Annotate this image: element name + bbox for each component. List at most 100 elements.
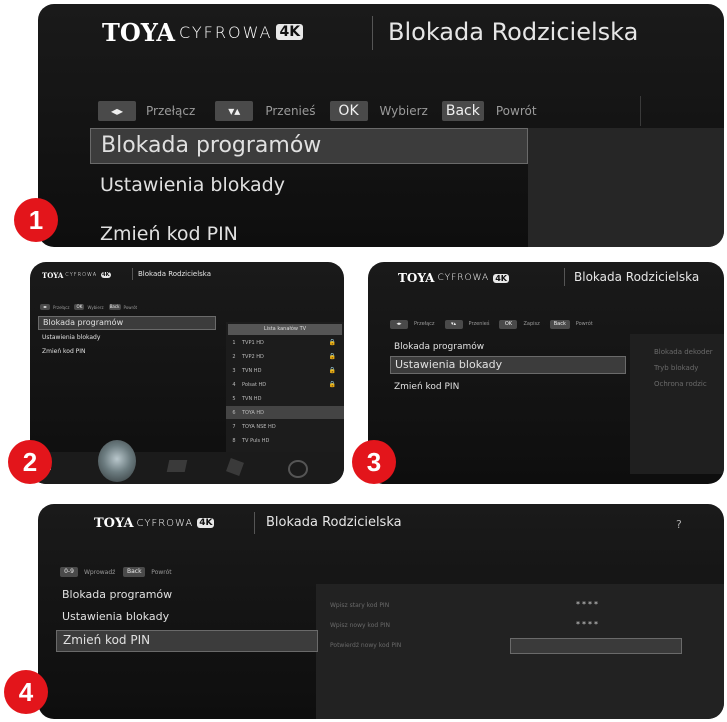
switch-hint: Przełącz <box>414 321 435 327</box>
screen-panel-2: TOYA CYFROWA 4K Blokada Rodzicielska ◂▸ … <box>30 262 344 484</box>
old-pin-value[interactable]: **** <box>576 600 600 609</box>
help-icon[interactable]: ? <box>676 518 682 531</box>
move-key-icon: ▾▴ <box>215 101 254 121</box>
menu-item-lock-settings[interactable]: Ustawienia blokady <box>90 174 295 196</box>
key-hints-bar: ◂▸ Przełącz ▾▴ Przenieś OK Zapisz Back P… <box>390 319 593 329</box>
title-divider <box>372 16 373 50</box>
page-title: Blokada Rodzicielska <box>574 270 700 284</box>
menu-item-lock-settings[interactable]: Ustawienia blokady <box>390 356 626 374</box>
arrows-key-icon: ◂▸ <box>40 304 50 310</box>
bottom-icon-bar <box>30 440 344 484</box>
brand-name: TOYA <box>94 515 134 531</box>
move-hint: Przenieś <box>468 321 490 327</box>
channel-row[interactable]: 5 TVN HD <box>226 392 344 405</box>
channel-row[interactable]: 4 Polsat HD 🔒 <box>226 378 344 391</box>
key-hints-bar: ◂▸ Przełącz ▾▴ Przenieś OK Wybierz Back … <box>98 100 537 122</box>
settings-icon <box>226 458 244 476</box>
menu-item-program-lock[interactable]: Blokada programów <box>90 128 528 164</box>
old-pin-label: Wpisz stary kod PIN <box>330 602 390 609</box>
move-hint: Przenieś <box>265 104 316 118</box>
switch-hint: Przełącz <box>53 304 70 310</box>
menu-item-change-pin[interactable]: Zmień kod PIN <box>38 348 90 355</box>
channel-name: TOYA NSE HD <box>242 423 276 430</box>
channel-row[interactable]: 6 TOYA HD <box>226 406 344 419</box>
toya-logo: TOYA CYFROWA 4K <box>94 514 215 532</box>
screen-panel-1: TOYA CYFROWA 4K Blokada Rodzicielska ◂▸ … <box>38 4 724 247</box>
screen-panel-4: TOYA CYFROWA 4K Blokada Rodzicielska ? 0… <box>38 504 724 719</box>
back-hint: Powrót <box>495 104 537 118</box>
details-pane <box>528 128 724 247</box>
switch-hint: Przełącz <box>146 104 196 118</box>
menu-item-program-lock[interactable]: Blokada programów <box>390 342 488 352</box>
channel-name: TVN HD <box>242 395 262 402</box>
title-divider <box>564 268 565 286</box>
menu-item-program-lock[interactable]: Blokada programów <box>56 588 178 601</box>
channel-row[interactable]: 3 TVN HD 🔒 <box>226 364 344 377</box>
channel-row[interactable]: 1 TVP1 HD 🔒 <box>226 336 344 349</box>
toya-logo: TOYA CYFROWA 4K <box>102 17 304 47</box>
channel-list: 1 TVP1 HD 🔒 2 TVP2 HD 🔒 3 TVN HD 🔒 4 Polsat HD 🔒 5 TV… <box>226 336 344 452</box>
confirm-pin-input[interactable] <box>510 638 682 654</box>
key-hints-bar: ◂▸ Przełącz OK Wybierz Back Powrót <box>40 303 137 311</box>
lock-icon: 🔒 <box>328 353 336 360</box>
channel-row[interactable]: 2 TVP2 HD 🔒 <box>226 350 344 363</box>
ok-key: OK <box>499 319 518 329</box>
brand-sub: CYFROWA <box>178 22 273 42</box>
menu-item-program-lock[interactable]: Blokada programów <box>38 316 216 330</box>
4k-badge: 4K <box>197 518 215 528</box>
menu-item-change-pin[interactable]: Zmień kod PIN <box>90 223 248 245</box>
step-1-badge: 1 <box>14 198 58 242</box>
toya-logo: TOYA CYFROWA 4K <box>42 270 111 280</box>
back-hint: Powrót <box>123 304 138 310</box>
digits-key: 0-9 <box>60 567 78 577</box>
new-pin-value[interactable]: **** <box>576 620 600 629</box>
screen-icon <box>166 460 188 472</box>
key-hints-bar: 0-9 Wprowadź Back Powrót <box>60 566 172 578</box>
channel-name: TOYA HD <box>242 409 265 416</box>
toya-logo: TOYA CYFROWA 4K <box>398 270 509 286</box>
brand-sub: CYFROWA <box>65 272 98 278</box>
back-key: Back <box>441 101 484 121</box>
arrows-key-icon: ◂▸ <box>390 319 408 329</box>
channel-name: TVP2 HD <box>242 353 264 360</box>
remote-figure-icon <box>98 440 136 482</box>
channel-name: TV Puls HD <box>242 437 270 444</box>
back-key: Back <box>123 567 146 577</box>
step-2-badge: 2 <box>8 440 52 484</box>
channel-row[interactable]: 7 TOYA NSE HD <box>226 420 344 433</box>
step-3-badge: 3 <box>352 440 396 484</box>
4k-badge: 4K <box>493 273 509 283</box>
menu-item-lock-settings[interactable]: Ustawienia blokady <box>38 334 104 341</box>
select-hint: Wybierz <box>379 104 428 118</box>
channel-name: TVP1 HD <box>242 339 264 346</box>
4k-badge: 4K <box>276 24 304 40</box>
menu-item-change-pin[interactable]: Zmień kod PIN <box>56 630 318 652</box>
hints-divider <box>640 96 641 126</box>
lock-icon: 🔒 <box>328 381 336 388</box>
title-divider <box>254 512 255 534</box>
brand-sub: CYFROWA <box>136 517 194 529</box>
title-divider <box>132 268 133 280</box>
channel-number: 8 <box>232 437 236 444</box>
screen-panel-3: TOYA CYFROWA 4K Blokada Rodzicielska ◂▸ … <box>368 262 724 484</box>
confirm-pin-label: Potwierdź nowy kod PIN <box>330 642 402 649</box>
menu-item-change-pin[interactable]: Zmień kod PIN <box>390 382 463 392</box>
brand-name: TOYA <box>102 17 175 47</box>
menu-item-lock-settings[interactable]: Ustawienia blokady <box>56 610 175 623</box>
channel-row[interactable]: 8 TV Puls HD <box>226 434 344 447</box>
brand-sub: CYFROWA <box>437 273 490 283</box>
arrows-key-icon: ◂▸ <box>98 101 136 121</box>
option-parental-protection: Ochrona rodzic <box>654 380 707 388</box>
move-key-icon: ▾▴ <box>444 319 463 329</box>
channel-number: 7 <box>232 423 236 430</box>
channel-number: 6 <box>232 409 236 416</box>
lock-icon: 🔒 <box>328 367 336 374</box>
tools-icon <box>288 460 308 478</box>
page-title: Blokada Rodzicielska <box>266 515 402 530</box>
page-title: Blokada Rodzicielska <box>388 18 639 46</box>
channel-name: TVN HD <box>242 367 262 374</box>
select-hint: Wybierz <box>87 304 104 310</box>
channel-list-pane: Lista kanałów TV 1 TVP1 HD 🔒 2 TVP2 HD 🔒 3 TVN … <box>226 322 344 452</box>
page-title: Blokada Rodzicielska <box>138 270 212 278</box>
channel-number: 3 <box>232 367 236 374</box>
